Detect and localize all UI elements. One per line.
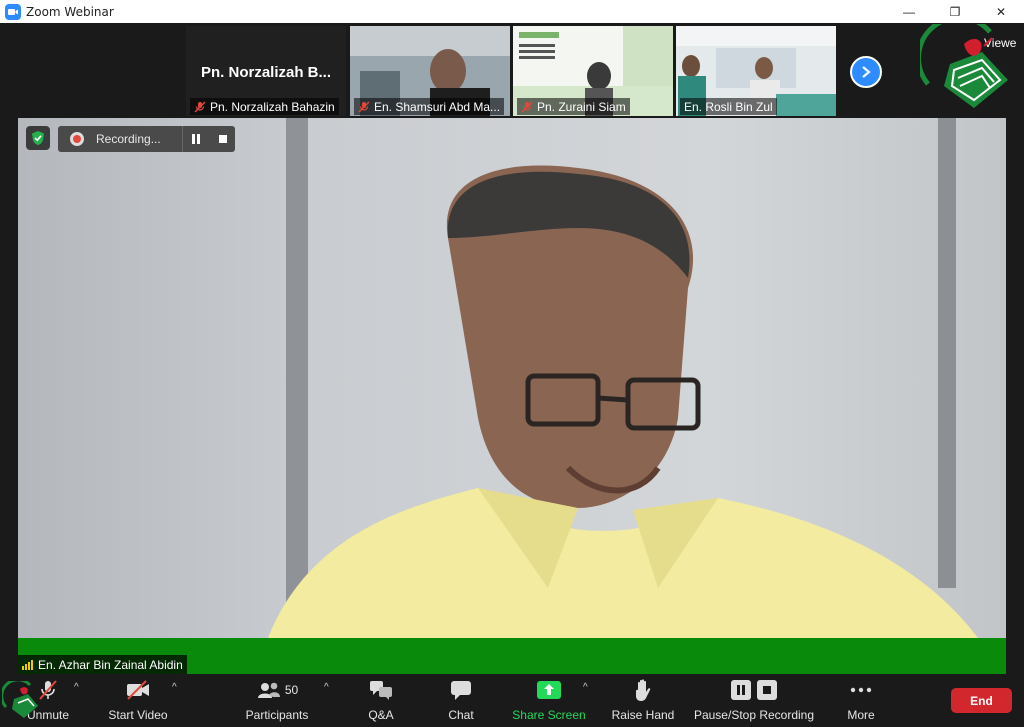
qa-label: Q&A — [368, 708, 394, 722]
active-speaker-name: En. Azhar Bin Zainal Abidin — [38, 657, 183, 672]
recording-dot-icon — [70, 132, 84, 146]
pause-stop-recording-label: Pause/Stop Recording — [693, 708, 815, 722]
share-screen-icon — [537, 681, 561, 699]
qa-button[interactable]: Q&A — [356, 678, 406, 724]
start-video-button[interactable]: Start Video — [104, 678, 172, 724]
participants-count: 50 — [284, 683, 299, 697]
next-page-button[interactable] — [850, 56, 882, 88]
active-speaker-video — [18, 118, 1006, 638]
participant-name-tag: En. Shamsuri Abd Ma... — [354, 98, 505, 115]
pause-icon — [731, 680, 751, 700]
participant-name: Pn. Norzalizah Bahazin — [210, 99, 335, 114]
chat-icon — [451, 681, 471, 700]
shield-icon — [32, 131, 44, 145]
share-options-caret-icon[interactable]: ^ — [583, 682, 588, 693]
active-speaker-name-tag: En. Azhar Bin Zainal Abidin — [18, 655, 187, 674]
title-bar: Zoom Webinar — ❐ ✕ — [0, 0, 1024, 23]
raise-hand-button[interactable]: Raise Hand — [608, 678, 678, 724]
recording-indicator: Recording... — [58, 126, 235, 152]
more-dots-icon — [850, 687, 872, 693]
participants-label: Participants — [245, 708, 309, 722]
participant-name-tag: Pn. Norzalizah Bahazin — [190, 98, 339, 115]
participants-options-caret-icon[interactable]: ^ — [324, 682, 329, 693]
mic-off-icon — [521, 101, 533, 112]
participants-icon — [257, 682, 280, 698]
start-video-label: Start Video — [108, 708, 168, 722]
more-label: More — [847, 708, 875, 722]
chat-label: Chat — [448, 708, 474, 722]
participants-button[interactable]: 50 Participants — [240, 678, 314, 724]
mic-off-icon — [194, 101, 206, 112]
end-button[interactable]: End — [951, 688, 1012, 713]
participant-thumbnail[interactable]: Pn. Zuraini Siam — [513, 26, 673, 116]
pause-recording-icon[interactable] — [191, 134, 201, 144]
qa-icon — [370, 681, 392, 700]
mic-off-icon — [358, 101, 370, 112]
participant-big-name: Pn. Norzalizah B... — [200, 64, 332, 81]
participant-name-tag: En. Rosli Bin Zul — [680, 98, 777, 115]
restore-button[interactable]: ❐ — [932, 0, 978, 23]
participant-thumbnail[interactable]: Pn. Norzalizah B... Pn. Norzalizah Bahaz… — [186, 26, 346, 116]
video-camera-off-icon — [127, 680, 149, 700]
window-title: Zoom Webinar — [26, 4, 114, 19]
raise-hand-icon — [636, 679, 651, 701]
signal-strength-icon — [22, 659, 33, 670]
participant-thumbnail[interactable]: En. Rosli Bin Zul — [676, 26, 836, 116]
minimize-button[interactable]: — — [886, 0, 932, 23]
zoom-app-icon — [5, 3, 21, 20]
recording-label: Recording... — [96, 132, 161, 146]
organization-logo-small — [2, 681, 38, 718]
pause-stop-recording-button[interactable]: Pause/Stop Recording — [692, 678, 816, 724]
security-badge[interactable] — [26, 126, 50, 150]
audio-options-caret-icon[interactable]: ^ — [74, 682, 79, 693]
raise-hand-label: Raise Hand — [611, 708, 675, 722]
speaker-video-image — [18, 118, 1006, 638]
share-screen-label: Share Screen — [512, 708, 586, 722]
meeting-toolbar: Unmute ^ Start Video ^ 50 Participants ^… — [0, 674, 1024, 727]
participant-name-tag: Pn. Zuraini Siam — [517, 98, 630, 115]
video-options-caret-icon[interactable]: ^ — [172, 682, 177, 693]
stop-recording-icon[interactable] — [219, 135, 227, 143]
participant-name: En. Rosli Bin Zul — [684, 99, 773, 114]
organization-logo — [920, 24, 1008, 108]
share-screen-button[interactable]: Share Screen — [511, 678, 587, 724]
participant-thumbnail[interactable]: En. Shamsuri Abd Ma... — [350, 26, 510, 116]
participant-name: En. Shamsuri Abd Ma... — [374, 99, 501, 114]
chat-button[interactable]: Chat — [436, 678, 486, 724]
video-thumbnail-strip: Pn. Norzalizah B... Pn. Norzalizah Bahaz… — [0, 23, 1024, 118]
chevron-right-icon — [862, 66, 871, 78]
participant-name: Pn. Zuraini Siam — [537, 99, 626, 114]
more-button[interactable]: More — [840, 678, 882, 724]
close-button[interactable]: ✕ — [978, 0, 1024, 23]
stop-icon — [757, 680, 777, 700]
